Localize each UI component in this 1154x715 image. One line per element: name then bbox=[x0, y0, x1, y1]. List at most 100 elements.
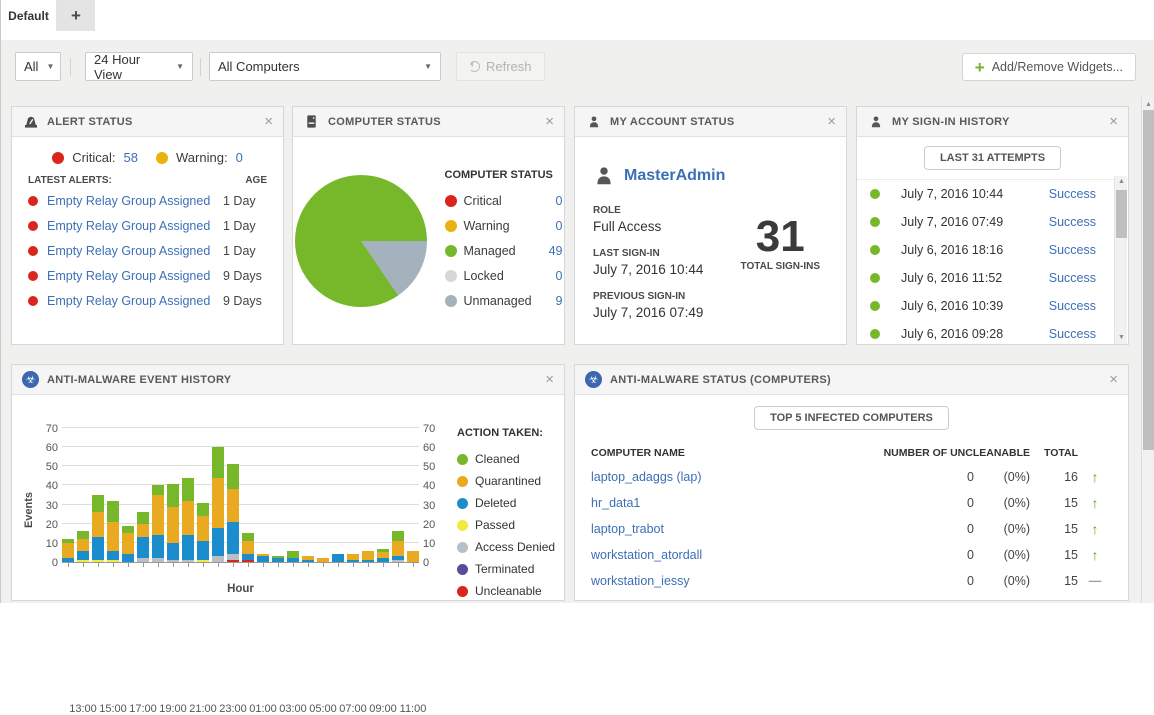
scrollbar-thumb[interactable] bbox=[1116, 190, 1127, 238]
alert-age: 1 Day bbox=[223, 219, 267, 233]
legend-value-link[interactable]: 0 bbox=[556, 219, 563, 233]
stacked-bar[interactable] bbox=[137, 512, 149, 562]
alert-link[interactable]: Empty Relay Group Assigned - CA... bbox=[47, 219, 214, 233]
stacked-bar[interactable] bbox=[227, 464, 239, 562]
last-attempts-button[interactable]: LAST 31 ATTEMPTS bbox=[924, 146, 1061, 170]
top5-infected-button[interactable]: TOP 5 INFECTED COMPUTERS bbox=[754, 406, 949, 430]
scope-select[interactable]: All ▼ bbox=[15, 52, 61, 81]
computers-select[interactable]: All Computers ▼ bbox=[209, 52, 441, 81]
computer-name-link[interactable]: workstation_atordall bbox=[591, 548, 880, 562]
gridline bbox=[62, 427, 419, 428]
computer-status-pie-chart[interactable] bbox=[295, 175, 427, 307]
table-row: workstation_atordall 0(0%) 15 ↑ bbox=[575, 542, 1128, 568]
stacked-bar[interactable] bbox=[182, 478, 194, 562]
signin-result-link[interactable]: Success bbox=[1049, 299, 1096, 313]
bar-segment bbox=[392, 541, 404, 556]
close-icon[interactable]: × bbox=[827, 114, 836, 129]
stacked-bar[interactable] bbox=[167, 484, 179, 562]
stacked-bar[interactable] bbox=[377, 549, 389, 562]
total-count: 15 bbox=[1030, 574, 1078, 588]
view-select[interactable]: 24 Hour View ▼ bbox=[85, 52, 193, 81]
account-status-body: MasterAdmin ROLE Full Access LAST SIGN-I… bbox=[575, 137, 846, 345]
alert-link[interactable]: Empty Relay Group Assigned - CA... bbox=[47, 244, 214, 258]
widget-header: ALERT STATUS × bbox=[12, 107, 283, 137]
legend-value-link[interactable]: 0 bbox=[556, 269, 563, 283]
bar-segment bbox=[272, 558, 284, 562]
signin-result-link[interactable]: Success bbox=[1049, 215, 1096, 229]
malware-icon: ☣ bbox=[22, 371, 39, 388]
bar-segment bbox=[167, 560, 179, 562]
stacked-bar[interactable] bbox=[212, 447, 224, 562]
stacked-bar[interactable] bbox=[107, 501, 119, 562]
stacked-bar[interactable] bbox=[287, 551, 299, 562]
computer-name-link[interactable]: hr_data1 bbox=[591, 496, 880, 510]
scroll-down-icon[interactable]: ▼ bbox=[1115, 332, 1128, 344]
stacked-bar[interactable] bbox=[62, 539, 74, 562]
signin-result-link[interactable]: Success bbox=[1049, 243, 1096, 257]
stacked-bar[interactable] bbox=[152, 485, 164, 562]
bar-segment bbox=[332, 554, 344, 562]
uncleanable-count: 0 bbox=[880, 470, 974, 484]
unmanaged-dot bbox=[445, 295, 457, 307]
stacked-bar[interactable] bbox=[317, 558, 329, 562]
tab-bar: Default + bbox=[1, 0, 1154, 31]
stacked-bar[interactable] bbox=[407, 551, 419, 562]
stacked-bar[interactable] bbox=[197, 503, 209, 562]
computer-name-link[interactable]: laptop_adaggs (lap) bbox=[591, 470, 880, 484]
stacked-bar[interactable] bbox=[272, 556, 284, 562]
close-icon[interactable]: × bbox=[1109, 114, 1118, 129]
scrollbar-thumb[interactable] bbox=[1143, 110, 1154, 450]
stacked-bar[interactable] bbox=[332, 554, 344, 562]
legend-label: Terminated bbox=[475, 562, 534, 576]
bar-plot-area[interactable] bbox=[62, 429, 419, 563]
signin-list-scrollbar[interactable]: ▲ ▼ bbox=[1114, 176, 1127, 344]
close-icon[interactable]: × bbox=[545, 372, 554, 387]
stacked-bar[interactable] bbox=[257, 554, 269, 562]
stacked-bar[interactable] bbox=[92, 495, 104, 562]
signin-row: July 7, 2016 10:44 Success bbox=[857, 180, 1128, 208]
stacked-bar[interactable] bbox=[347, 554, 359, 562]
signin-result-link[interactable]: Success bbox=[1049, 327, 1096, 341]
critical-count-link[interactable]: 58 bbox=[124, 150, 138, 165]
legend-dot bbox=[457, 476, 468, 487]
stacked-bar[interactable] bbox=[122, 526, 134, 562]
warning-count-link[interactable]: 0 bbox=[236, 150, 243, 165]
username-link[interactable]: MasterAdmin bbox=[624, 167, 725, 185]
critical-dot bbox=[28, 196, 38, 206]
bar-segment bbox=[107, 522, 119, 551]
tab-default[interactable]: Default bbox=[1, 0, 57, 31]
legend-label: Cleaned bbox=[475, 452, 520, 466]
signin-result-link[interactable]: Success bbox=[1049, 271, 1096, 285]
bar-segment bbox=[152, 485, 164, 495]
legend-label: Access Denied bbox=[475, 540, 555, 554]
scroll-up-icon[interactable]: ▲ bbox=[1115, 176, 1128, 188]
stacked-bar[interactable] bbox=[77, 531, 89, 562]
bar-segment bbox=[182, 478, 194, 501]
legend-value-link[interactable]: 49 bbox=[549, 244, 563, 258]
stacked-bar[interactable] bbox=[362, 551, 374, 562]
add-remove-widgets-button[interactable]: + Add/Remove Widgets... bbox=[962, 53, 1136, 81]
y-axis-ticks-left: 010203040506070 bbox=[36, 429, 62, 563]
legend-value-link[interactable]: 9 bbox=[556, 294, 563, 308]
alert-row: Empty Relay Group Assigned - 19... 1 Day bbox=[12, 188, 283, 213]
bar-segment bbox=[197, 516, 209, 541]
add-tab-button[interactable]: + bbox=[57, 0, 95, 31]
computer-name-link[interactable]: laptop_trabot bbox=[591, 522, 880, 536]
close-icon[interactable]: × bbox=[1109, 372, 1118, 387]
stacked-bar[interactable] bbox=[302, 556, 314, 562]
widget-header: MY ACCOUNT STATUS × bbox=[575, 107, 846, 137]
stacked-bar[interactable] bbox=[242, 533, 254, 562]
refresh-button[interactable]: Refresh bbox=[456, 52, 545, 81]
latest-alerts-label: LATEST ALERTS: bbox=[28, 175, 112, 186]
computer-name-link[interactable]: workstation_iessy bbox=[591, 574, 880, 588]
alert-link[interactable]: Empty Relay Group Assigned - dir... bbox=[47, 269, 214, 283]
close-icon[interactable]: × bbox=[264, 114, 273, 129]
alert-link[interactable]: Empty Relay Group Assigned - dir... bbox=[47, 294, 214, 308]
legend-value-link[interactable]: 0 bbox=[556, 194, 563, 208]
signin-result-link[interactable]: Success bbox=[1049, 187, 1096, 201]
page-scrollbar[interactable]: ▲ bbox=[1141, 97, 1154, 603]
alert-link[interactable]: Empty Relay Group Assigned - 19... bbox=[47, 194, 214, 208]
stacked-bar[interactable] bbox=[392, 531, 404, 562]
bar-segment bbox=[182, 501, 194, 535]
close-icon[interactable]: × bbox=[545, 114, 554, 129]
